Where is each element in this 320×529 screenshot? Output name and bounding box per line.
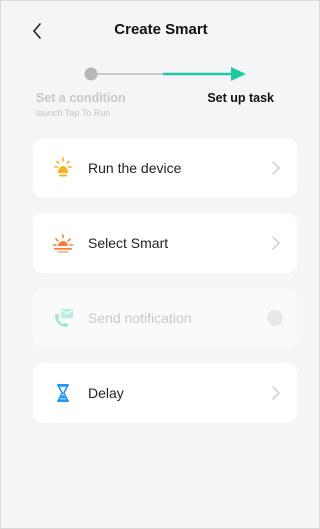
task-label-run-device: Run the device [88,160,182,176]
task-label-delay: Delay [88,385,124,401]
step-dot-completed [84,67,98,81]
step-progress-indicator [84,67,246,81]
screen: Create Smart Set a condition launch Tap … [0,0,320,529]
step-set-up-task: Set up task [207,91,274,105]
hourglass-icon [51,381,75,405]
chevron-right-icon [272,236,280,250]
chevron-right-icon [272,161,280,175]
task-label-select-smart: Select Smart [88,235,169,251]
chevron-right-icon [272,386,280,400]
task-card-delay[interactable]: Delay [33,363,297,423]
step-condition-subtitle: launch Tap To Run [36,108,111,118]
step-condition-title: Set a condition [36,91,126,105]
task-card-select-smart[interactable]: Select Smart [33,213,297,273]
task-card-send-notification[interactable]: Send notification [33,288,297,348]
notification-phone-icon [51,306,75,330]
info-icon[interactable] [267,310,283,326]
bulb-icon [51,156,75,180]
task-card-run-device[interactable]: Run the device [33,138,297,198]
task-label-send-notification: Send notification [88,310,192,326]
page-title: Create Smart [114,21,208,38]
header-bar: Create Smart [1,1,320,59]
sunrise-icon [51,231,75,255]
step-set-condition: Set a condition launch Tap To Run [36,91,156,118]
